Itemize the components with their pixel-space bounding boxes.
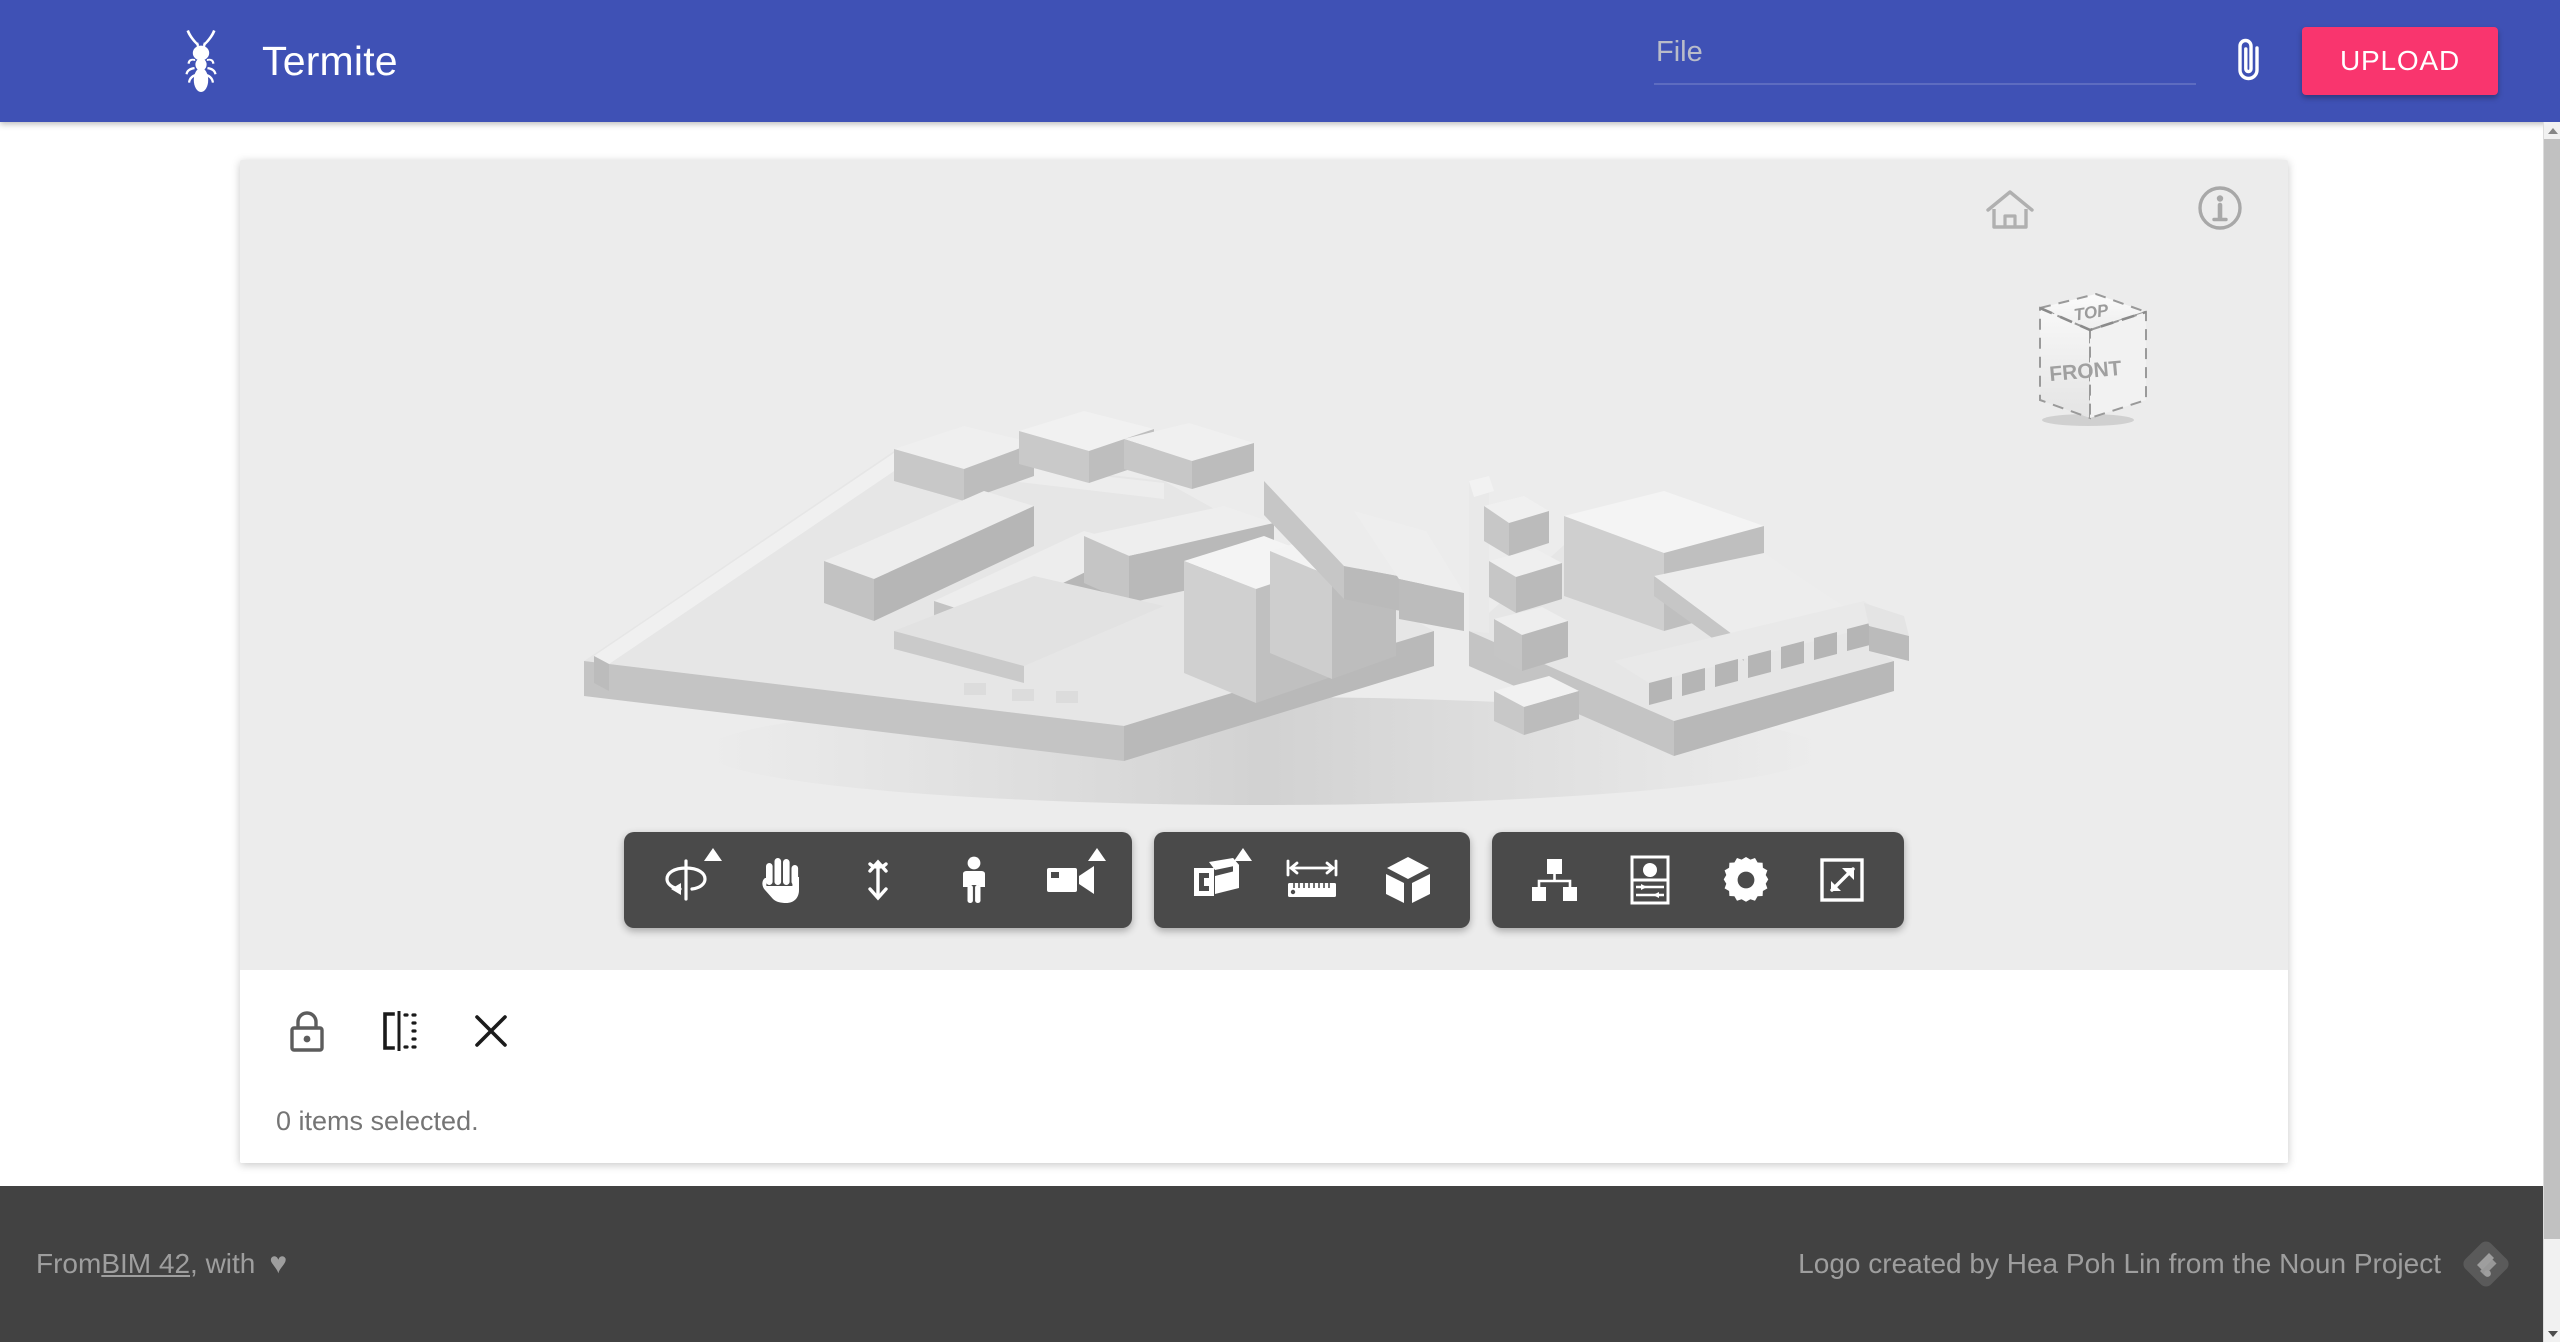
model-tree-icon[interactable] (1506, 832, 1602, 928)
selection-actions (240, 996, 2288, 1066)
view-cube[interactable]: TOP FRONT (2000, 260, 2170, 440)
info-icon[interactable] (2192, 180, 2248, 236)
explode-cube-icon[interactable] (1360, 832, 1456, 928)
app-title: Termite (262, 37, 398, 84)
paperclip-icon[interactable] (2218, 30, 2280, 92)
viewer-toolbars (624, 832, 1904, 928)
header-actions: UPLOAD (1654, 0, 2498, 122)
toolbar-group-tools (1154, 832, 1470, 928)
footer-from-suffix: , with (190, 1248, 256, 1279)
footer-from-prefix: From (36, 1248, 102, 1279)
noun-project-credit: Logo created by Hea Poh Lin from the Nou… (1798, 1248, 2441, 1279)
lock-icon[interactable] (272, 996, 342, 1066)
viewer-card: TOP FRONT 0 items selected. (240, 160, 2288, 1163)
measure-ruler-icon[interactable] (1264, 832, 1360, 928)
main-content: TOP FRONT 0 items selected. (0, 122, 2543, 1186)
selection-status: 0 items selected. (276, 1106, 479, 1136)
isolate-icon[interactable] (364, 996, 434, 1066)
file-input[interactable] (1654, 29, 2196, 83)
camera-dropdown-caret[interactable] (1088, 848, 1106, 861)
scroll-down-arrow-icon[interactable] (2544, 1325, 2560, 1342)
properties-panel-icon[interactable] (1602, 832, 1698, 928)
section-box-icon[interactable] (1168, 832, 1264, 928)
toolbar-group-panels (1492, 832, 1904, 928)
pan-hand-icon[interactable] (734, 832, 830, 928)
fullscreen-icon[interactable] (1794, 832, 1890, 928)
selection-bar: 0 items selected. (240, 970, 2288, 1163)
walk-person-icon[interactable] (926, 832, 1022, 928)
close-icon[interactable] (456, 996, 526, 1066)
termite-logo-icon (178, 29, 224, 93)
home-icon[interactable] (1982, 182, 2038, 238)
page-scrollbar[interactable] (2543, 122, 2560, 1342)
file-input-underline (1654, 83, 2196, 85)
brand: Termite (178, 29, 398, 93)
camera-icon[interactable] (1022, 832, 1118, 928)
feedly-icon[interactable] (2459, 1237, 2513, 1291)
model-viewer[interactable]: TOP FRONT (240, 160, 2288, 970)
toolbar-group-navigation (624, 832, 1132, 928)
scroll-up-arrow-icon[interactable] (2544, 122, 2560, 139)
upload-button[interactable]: UPLOAD (2302, 27, 2498, 95)
orbit-icon[interactable] (638, 832, 734, 928)
file-field (1654, 29, 2196, 93)
footer-credit-left: From BIM 42, with ♥ (36, 1247, 287, 1281)
footer-credit-right: Logo created by Hea Poh Lin from the Nou… (1798, 1237, 2513, 1291)
section-dropdown-caret[interactable] (1234, 848, 1252, 861)
app-root: Termite UPLOAD (0, 0, 2560, 1342)
orbit-dropdown-caret[interactable] (704, 848, 722, 861)
scrollbar-thumb[interactable] (2544, 139, 2560, 1239)
zoom-arrows-icon[interactable] (830, 832, 926, 928)
app-footer: From BIM 42, with ♥ Logo created by Hea … (0, 1186, 2543, 1342)
gear-settings-icon[interactable] (1698, 832, 1794, 928)
app-header: Termite UPLOAD (0, 0, 2560, 122)
heart-icon: ♥ (269, 1247, 288, 1280)
bim42-link[interactable]: BIM 42 (101, 1248, 190, 1280)
